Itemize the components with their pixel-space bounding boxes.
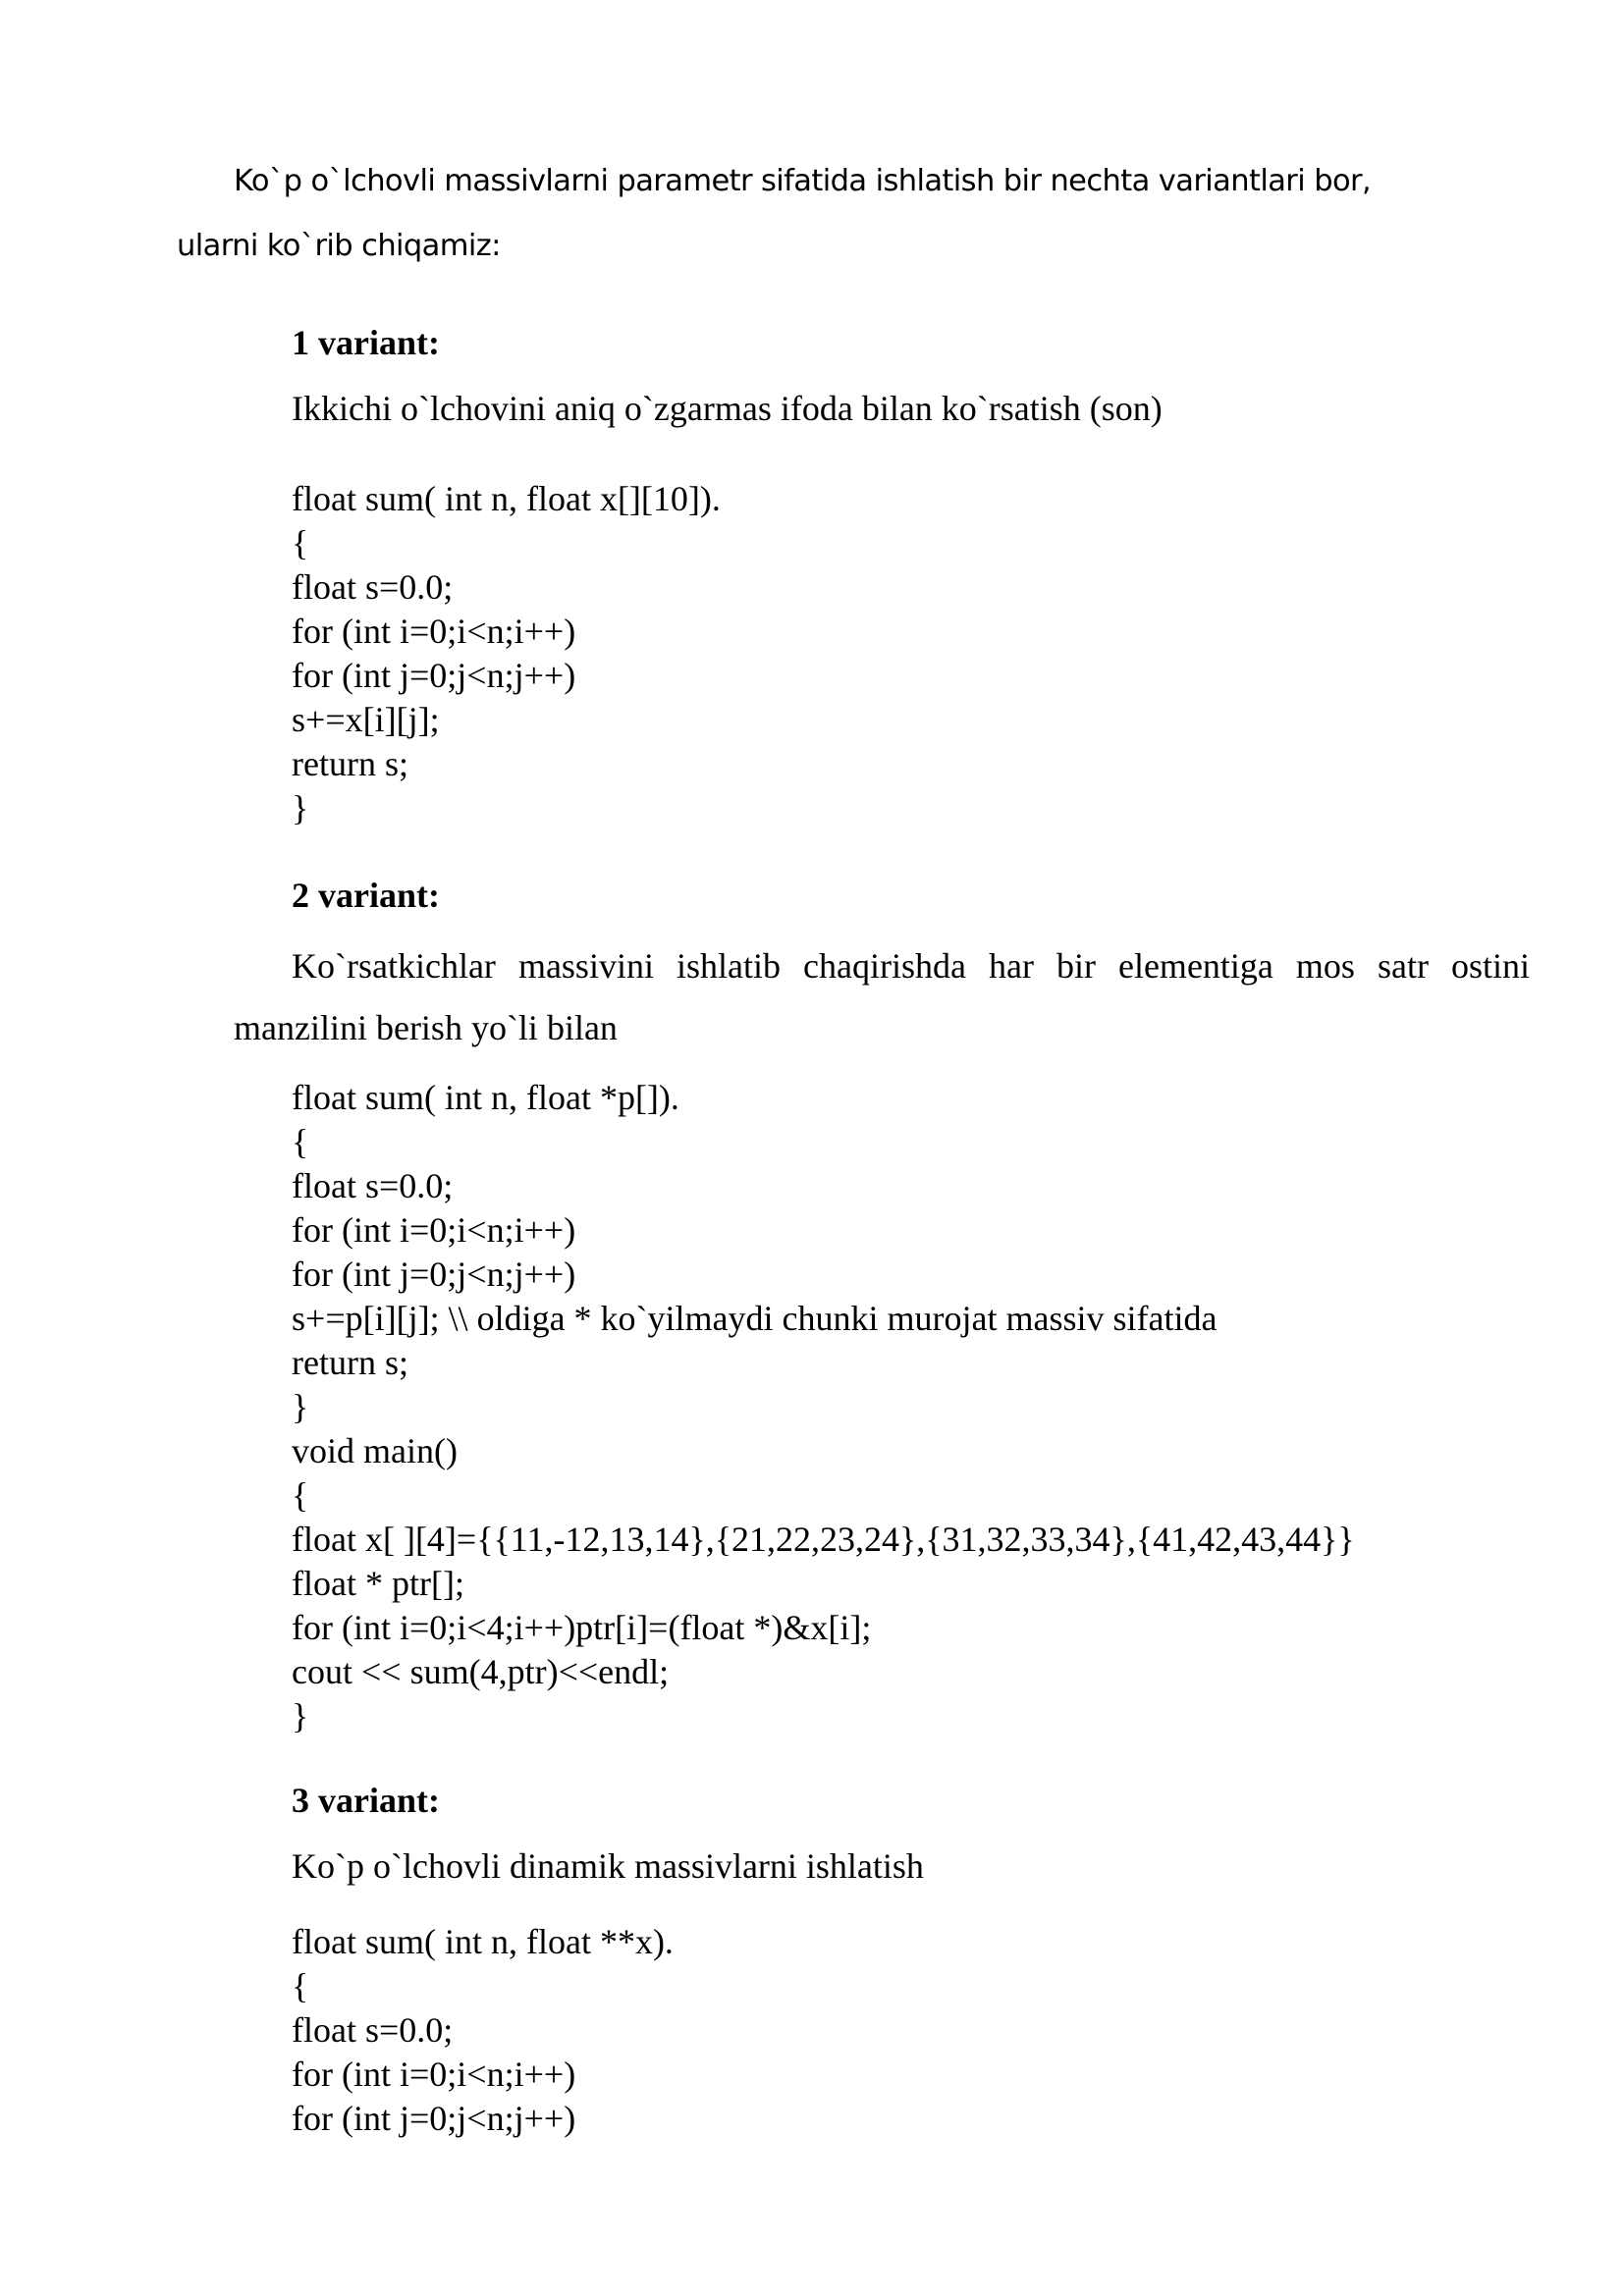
variant-2-heading: 2 variant: xyxy=(292,876,440,915)
variant-2-description: Ko`rsatkichlar massivini ishlatib chaqir… xyxy=(234,935,1530,1059)
code-line: { xyxy=(292,523,309,562)
intro-paragraph: Ko`p o`lchovli massivlarni parametr sifa… xyxy=(177,149,1530,279)
code-line: for (int j=0;j<n;j++) xyxy=(292,1255,576,1294)
variant-2-description-line-2: manzilini berish yo`li bilan xyxy=(234,1008,618,1047)
intro-line-2: ularni ko`rib chiqamiz: xyxy=(177,229,501,263)
code-line: float * ptr[]; xyxy=(292,1564,464,1603)
code-line: for (int i=0;i<n;i++) xyxy=(292,2055,576,2094)
code-line: for (int i=0;i<n;i++) xyxy=(292,1210,576,1250)
intro-line-1: Ko`p o`lchovli massivlarni parametr sifa… xyxy=(234,164,1372,198)
code-line: { xyxy=(292,1475,309,1515)
code-line: for (int j=0;j<n;j++) xyxy=(292,656,576,695)
variant-1-code-block: float sum( int n, float x[][10]). { floa… xyxy=(292,477,721,830)
code-line: for (int i=0;i<n;i++) xyxy=(292,612,576,651)
code-line: s+=p[i][j]; \\ oldiga * ko`yilmaydi chun… xyxy=(292,1299,1218,1338)
code-line: float s=0.0; xyxy=(292,567,454,607)
code-line: for (int i=0;i<4;i++)ptr[i]=(float *)&x[… xyxy=(292,1608,872,1647)
code-line: float sum( int n, float **x). xyxy=(292,1922,674,1961)
code-line: } xyxy=(292,788,309,828)
code-line: float s=0.0; xyxy=(292,1166,454,1205)
code-line: float sum( int n, float *p[]). xyxy=(292,1078,679,1117)
document-page: Ko`p o`lchovli massivlarni parametr sifa… xyxy=(0,0,1624,2296)
code-line: } xyxy=(292,1387,309,1426)
code-line: { xyxy=(292,1122,309,1161)
variant-2-code-block: float sum( int n, float *p[]). { float s… xyxy=(292,1076,1355,1738)
variant-3-description: Ko`p o`lchovli dinamik massivlarni ishla… xyxy=(292,1846,924,1886)
code-line: void main() xyxy=(292,1431,458,1470)
code-line: float x[ ][4]={{11,-12,13,14},{21,22,23,… xyxy=(292,1520,1355,1559)
code-line: for (int j=0;j<n;j++) xyxy=(292,2099,576,2138)
code-line: float s=0.0; xyxy=(292,2010,454,2050)
variant-1-heading: 1 variant: xyxy=(292,323,440,362)
variant-2-description-line-1: Ko`rsatkichlar massivini ishlatib chaqir… xyxy=(292,946,1530,986)
variant-3-code-block: float sum( int n, float **x). { float s=… xyxy=(292,1920,674,2141)
variant-3-heading: 3 variant: xyxy=(292,1781,440,1820)
code-line: return s; xyxy=(292,744,408,783)
code-line: { xyxy=(292,1966,309,2005)
code-line: } xyxy=(292,1696,309,1735)
code-line: cout << sum(4,ptr)<<endl; xyxy=(292,1652,670,1691)
code-line: s+=x[i][j]; xyxy=(292,700,440,739)
code-line: return s; xyxy=(292,1343,408,1382)
variant-1-description: Ikkichi o`lchovini aniq o`zgarmas ifoda … xyxy=(292,389,1163,428)
code-line: float sum( int n, float x[][10]). xyxy=(292,479,721,518)
